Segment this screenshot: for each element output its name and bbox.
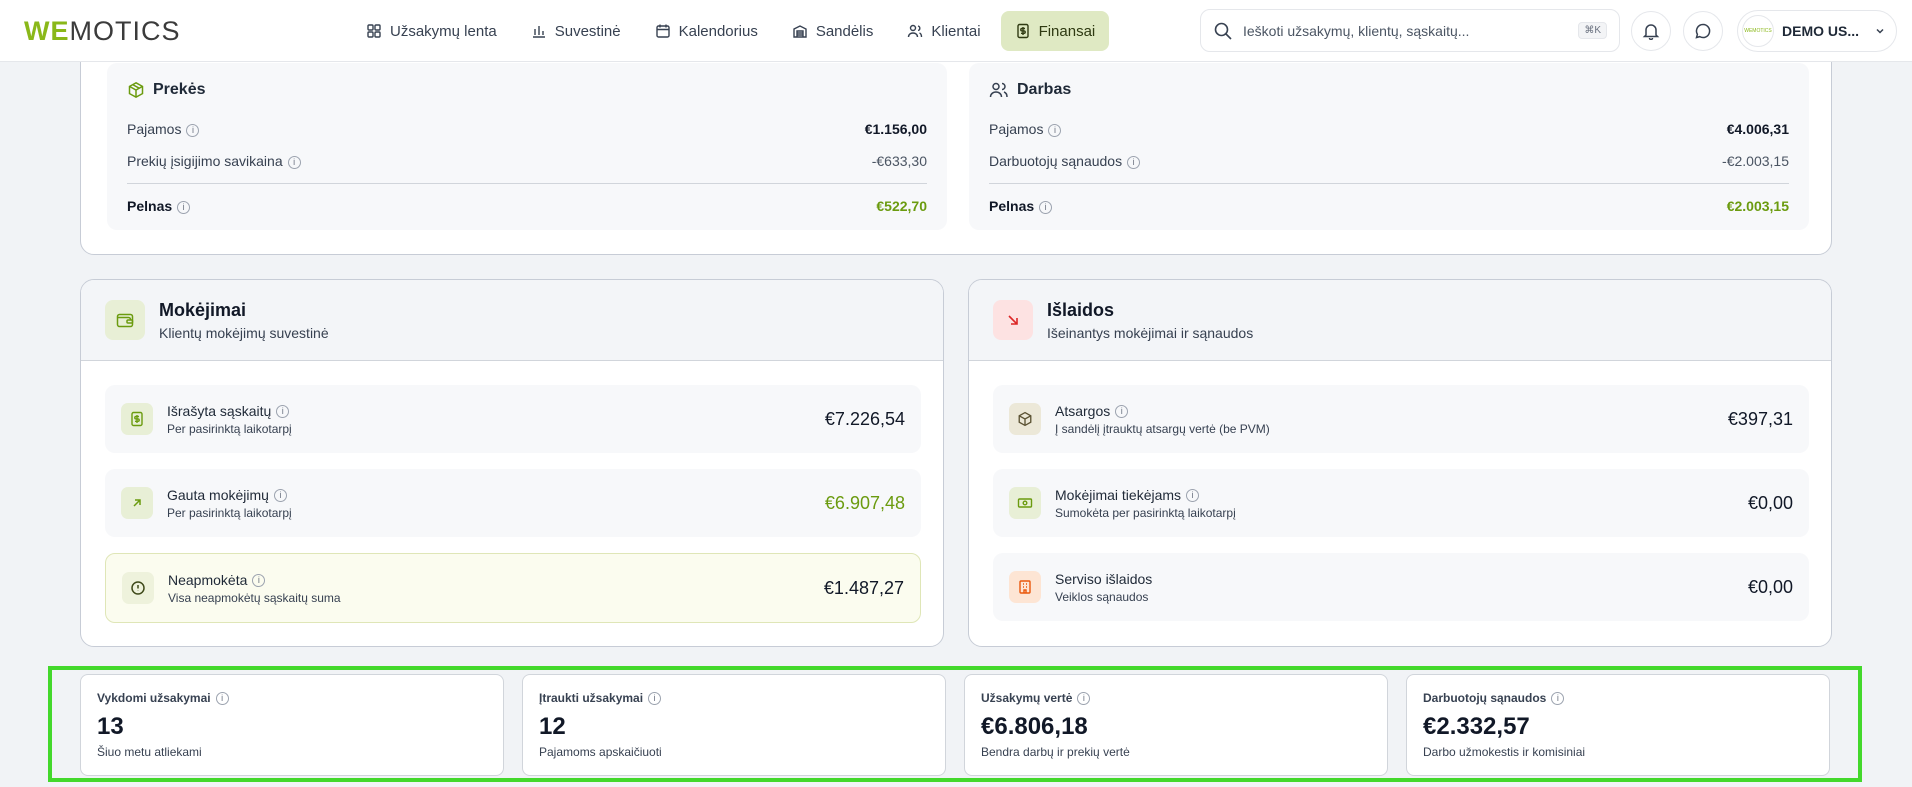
work-income-row: Pajamos i €4.006,31 <box>989 121 1789 137</box>
goods-title: Prekės <box>153 81 206 98</box>
grid-icon <box>367 24 381 38</box>
info-icon[interactable]: i <box>273 489 287 503</box>
work-panel: Darbas Pajamos i €4.006,31 Darbuotojų sąn… <box>969 63 1809 230</box>
supplier-payments-item[interactable]: Mokėjimai tiekėjams i Sumokėta per pasiri… <box>993 469 1809 537</box>
expenses-header: Išlaidos Išeinantys mokėjimai ir sąnaudo… <box>969 280 1831 361</box>
notifications-button[interactable] <box>1631 11 1671 51</box>
info-icon[interactable]: i <box>276 405 290 419</box>
info-icon[interactable]: i <box>287 155 301 169</box>
bell-icon <box>1642 24 1660 40</box>
alert-circle-icon <box>122 572 154 604</box>
info-icon[interactable]: i <box>1115 405 1129 419</box>
nav-item-calendar[interactable]: Kalendorius <box>641 11 772 51</box>
stats-highlight: Vykdomi užsakymai i 13 Šiuo metu atliekam… <box>48 666 1862 782</box>
payments-received-value: €6.907,48 <box>824 492 905 513</box>
search-input[interactable] <box>1243 22 1569 39</box>
info-icon[interactable]: i <box>252 574 266 588</box>
service-expenses-value: €0,00 <box>1747 576 1793 597</box>
users-icon <box>989 82 1008 98</box>
expenses-card: Išlaidos Išeinantys mokėjimai ir sąnaudo… <box>968 279 1832 647</box>
invoices-issued-item[interactable]: Išrašyta sąskaitų i Per pasirinktą laikot… <box>105 385 921 453</box>
work-profit-row: Pelnas i €2.003,15 <box>989 198 1789 214</box>
expenses-title: Išlaidos <box>1047 299 1115 320</box>
payments-received-item[interactable]: Gauta mokėjimų i Per pasirinktą laikotarp… <box>105 469 921 537</box>
main-nav: Užsakymų lenta Suvestinė Kalendorius San… <box>352 11 1110 51</box>
user-name: DEMO US... <box>1782 23 1860 39</box>
stat-employee-costs: Darbuotojų sąnaudos i €2.332,57 Darbo užm… <box>1406 674 1830 776</box>
nav-item-orders-board[interactable]: Užsakymų lenta <box>352 11 511 51</box>
payments-subtitle: Klientų mokėjimų suvestinė <box>159 324 329 341</box>
package-icon <box>128 81 144 99</box>
payments-header: Mokėjimai Klientų mokėjimų suvestinė <box>81 280 943 361</box>
info-icon[interactable]: i <box>648 692 662 706</box>
stat-included-orders: Įtraukti užsakymai i 12 Pajamoms apskaiči… <box>522 674 946 776</box>
nav-item-clients[interactable]: Klientai <box>893 11 994 51</box>
top-bar: WEMOTICS Užsakymų lenta Suvestinė Kalend… <box>0 0 1912 62</box>
chat-icon <box>1695 23 1711 39</box>
nav-item-summary[interactable]: Suvestinė <box>517 11 635 51</box>
receipt-icon <box>1016 23 1029 39</box>
arrow-up-right-icon <box>121 487 153 519</box>
info-icon[interactable]: i <box>1186 489 1200 503</box>
service-expenses-item[interactable]: Serviso išlaidos Veiklos sąnaudos €0,00 <box>993 553 1809 621</box>
profit-breakdown-card: Prekės Pajamos i €1.156,00 Prekių įsigiji… <box>80 40 1832 255</box>
divider <box>127 183 927 184</box>
info-icon[interactable]: i <box>215 692 229 706</box>
info-icon[interactable]: i <box>1551 692 1565 706</box>
payments-title: Mokėjimai <box>159 299 247 320</box>
info-icon[interactable]: i <box>177 200 191 214</box>
goods-profit-row: Pelnas i €522,70 <box>127 198 927 214</box>
search-bar[interactable]: ⌘K <box>1200 9 1620 52</box>
goods-income-row: Pajamos i €1.156,00 <box>127 121 927 137</box>
arrow-down-right-icon <box>993 300 1033 340</box>
goods-panel: Prekės Pajamos i €1.156,00 Prekių įsigiji… <box>107 63 947 230</box>
unpaid-item[interactable]: Neapmokėta i Visa neapmokėtų sąskaitų sum… <box>105 553 921 623</box>
payments-card: Mokėjimai Klientų mokėjimų suvestinė Išr… <box>80 279 944 647</box>
messages-button[interactable] <box>1683 11 1723 51</box>
shortcut-hint: ⌘K <box>1578 22 1607 39</box>
search-icon <box>1214 22 1232 40</box>
logo[interactable]: WEMOTICS <box>24 16 181 47</box>
stat-orders-value: Užsakymų vertė i €6.806,18 Bendra darbų i… <box>964 674 1388 776</box>
invoices-issued-value: €7.226,54 <box>824 408 905 429</box>
wallet-icon <box>105 300 145 340</box>
chevron-down-icon <box>1876 28 1884 34</box>
goods-cost-row: Prekių įsigijimo savikaina i -€633,30 <box>127 153 927 169</box>
banknote-icon <box>1009 487 1041 519</box>
work-cost-row: Darbuotojų sąnaudos i -€2.003,15 <box>989 153 1789 169</box>
stock-item[interactable]: Atsargos i Į sandėlį įtrauktų atsargų ver… <box>993 385 1809 453</box>
building-icon <box>1009 571 1041 603</box>
stat-active-orders: Vykdomi užsakymai i 13 Šiuo metu atliekam… <box>80 674 504 776</box>
warehouse-icon <box>793 25 807 38</box>
work-title: Darbas <box>1017 81 1072 98</box>
divider <box>989 183 1789 184</box>
expenses-subtitle: Išeinantys mokėjimai ir sąnaudos <box>1047 324 1254 341</box>
info-icon[interactable]: i <box>1039 200 1053 214</box>
nav-item-warehouse[interactable]: Sandėlis <box>778 11 888 51</box>
calendar-icon <box>655 24 670 38</box>
user-menu[interactable]: WEMOTICS DEMO US... <box>1737 10 1897 52</box>
avatar: WEMOTICS <box>1742 15 1774 47</box>
info-icon[interactable]: i <box>1077 692 1091 706</box>
nav-item-finance[interactable]: Finansai <box>1000 11 1110 51</box>
info-icon[interactable]: i <box>186 123 200 137</box>
info-icon[interactable]: i <box>1048 123 1062 137</box>
invoice-icon <box>121 403 153 435</box>
supplier-payments-value: €0,00 <box>1747 492 1793 513</box>
users-icon <box>908 24 923 38</box>
stock-value: €397,31 <box>1727 408 1793 429</box>
bar-chart-icon <box>532 26 545 38</box>
unpaid-value: €1.487,27 <box>823 577 904 598</box>
package-icon <box>1009 403 1041 435</box>
info-icon[interactable]: i <box>1127 155 1141 169</box>
